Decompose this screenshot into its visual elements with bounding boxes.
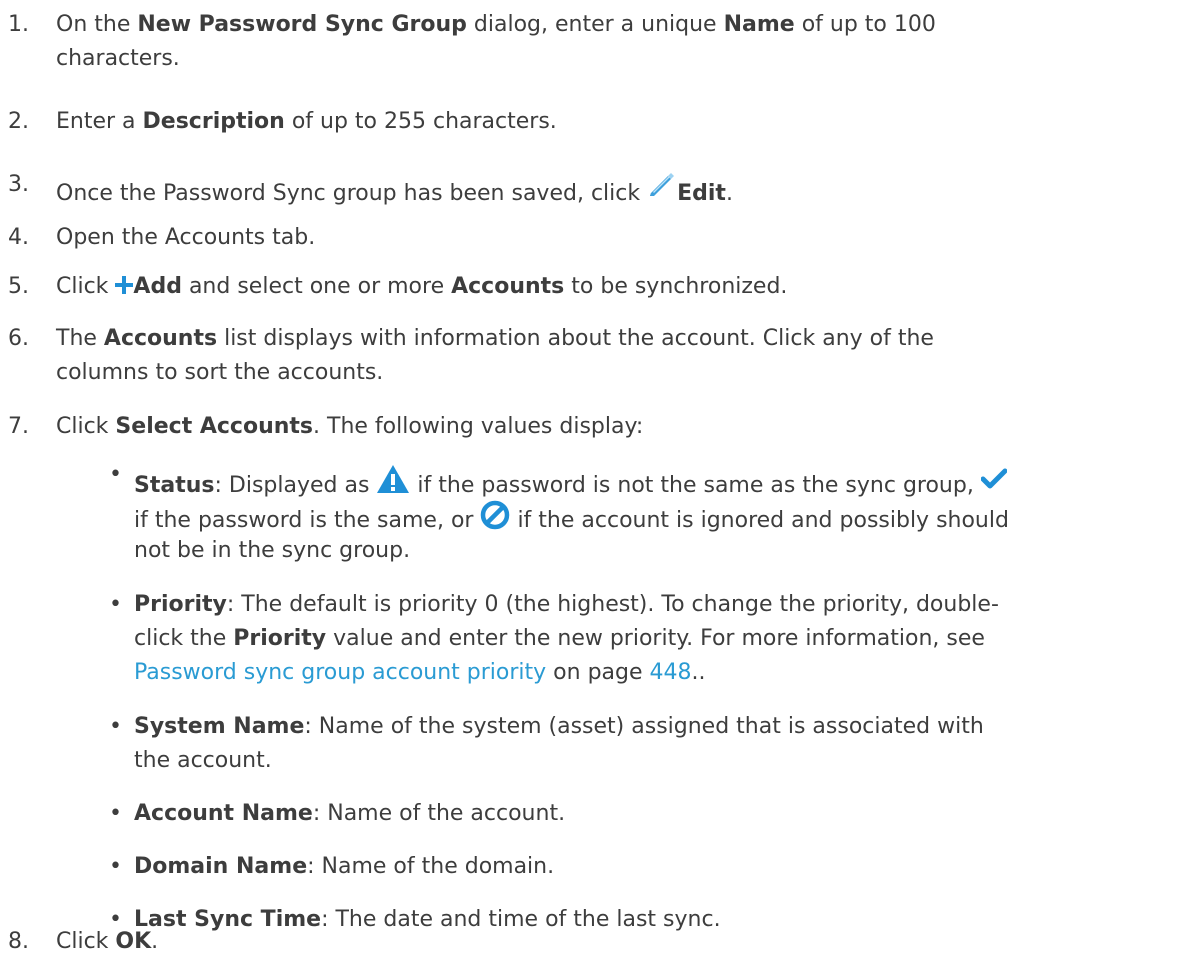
- accounts-label: Accounts: [451, 274, 565, 299]
- priority-reference-link[interactable]: Password sync group account priority: [134, 660, 546, 685]
- plus-icon: [115, 271, 134, 305]
- step-text: Enter a Description of up to 255 charact…: [56, 109, 557, 134]
- bullet-text: System Name: Name of the system (asset) …: [134, 714, 984, 739]
- step-number: 3.: [8, 172, 29, 197]
- term-status: Status: [134, 473, 215, 498]
- step-number: 8.: [8, 929, 29, 954]
- step-number: 5.: [8, 274, 29, 299]
- dialog-name: New Password Sync Group: [137, 12, 467, 37]
- bullet-text: Priority: The default is priority 0 (the…: [134, 592, 999, 617]
- select-accounts-label: Select Accounts: [115, 414, 314, 439]
- bullet-text: Account Name: Name of the account.: [134, 801, 566, 826]
- field-name: Name: [723, 12, 795, 37]
- accounts-list-label: Accounts: [103, 326, 218, 351]
- ok-label: OK: [115, 929, 152, 954]
- term-account-name: Account Name: [134, 801, 313, 826]
- bullet-dot: •: [109, 801, 122, 826]
- term-domain-name: Domain Name: [134, 854, 308, 879]
- step-number: 6.: [8, 326, 29, 351]
- field-description: Description: [142, 109, 285, 134]
- step-text: On the New Password Sync Group dialog, e…: [56, 12, 936, 37]
- step-number: 4.: [8, 225, 29, 250]
- bullet-text: Status: Displayed as if the password is …: [134, 464, 1147, 505]
- term-system-name: System Name: [134, 714, 305, 739]
- step-text: Open the Accounts tab.: [56, 225, 316, 250]
- step-number: 2.: [8, 109, 29, 134]
- pencil-edit-icon: [647, 168, 677, 209]
- term-priority-value: Priority: [233, 626, 327, 651]
- bullet-dot: •: [109, 714, 122, 739]
- bullet-dot: •: [109, 592, 122, 617]
- bullet-dot: •: [109, 462, 122, 487]
- step-text: Click OK.: [56, 929, 159, 954]
- term-priority: Priority: [134, 592, 227, 617]
- step-text: Once the Password Sync group has been sa…: [56, 168, 1147, 211]
- edit-label: Edit: [677, 181, 726, 206]
- page-number-link[interactable]: 448: [650, 660, 692, 685]
- step-text: Click Add and select one or more Account…: [56, 270, 1147, 305]
- add-label: Add: [133, 274, 182, 299]
- checkmark-icon: [980, 467, 1008, 501]
- step-number: 1.: [8, 12, 29, 37]
- step-text: Click Select Accounts. The following val…: [56, 414, 644, 439]
- bullet-text: Domain Name: Name of the domain.: [134, 854, 555, 879]
- step-text: The Accounts list displays with informat…: [56, 326, 934, 351]
- step-number: 7.: [8, 414, 29, 439]
- bullet-dot: •: [109, 854, 122, 879]
- warning-triangle-icon: [376, 464, 410, 505]
